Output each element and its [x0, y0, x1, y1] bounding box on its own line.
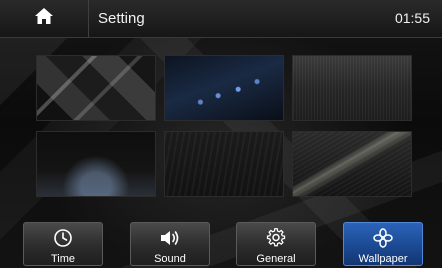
settings-screen: Setting 01:55 Time Sound General Wallpap…	[0, 0, 442, 268]
home-icon	[34, 7, 54, 30]
flower-icon	[372, 228, 394, 248]
sound-tab[interactable]: Sound	[130, 222, 210, 266]
wallpaper-thumbnail-6[interactable]	[292, 131, 412, 197]
sound-tab-label: Sound	[154, 253, 186, 265]
time-tab[interactable]: Time	[23, 222, 103, 266]
wallpaper-thumbnail-3[interactable]	[292, 55, 412, 121]
clock-icon	[52, 228, 74, 248]
wallpaper-tab-label: Wallpaper	[358, 253, 408, 265]
general-tab[interactable]: General	[236, 222, 316, 266]
wallpaper-thumbnail-4[interactable]	[36, 131, 156, 197]
wallpaper-thumbnail-1[interactable]	[36, 55, 156, 121]
wallpaper-tab[interactable]: Wallpaper	[343, 222, 423, 266]
gear-icon	[265, 228, 287, 248]
speaker-icon	[159, 228, 181, 248]
wallpaper-thumbnail-5[interactable]	[164, 131, 284, 197]
wallpaper-thumbnail-2[interactable]	[164, 55, 284, 121]
home-button[interactable]	[0, 0, 89, 37]
general-tab-label: General	[256, 253, 296, 265]
page-title: Setting	[98, 10, 145, 27]
clock: 01:55	[394, 10, 430, 26]
top-bar: Setting 01:55	[0, 0, 442, 38]
time-tab-label: Time	[50, 253, 76, 265]
